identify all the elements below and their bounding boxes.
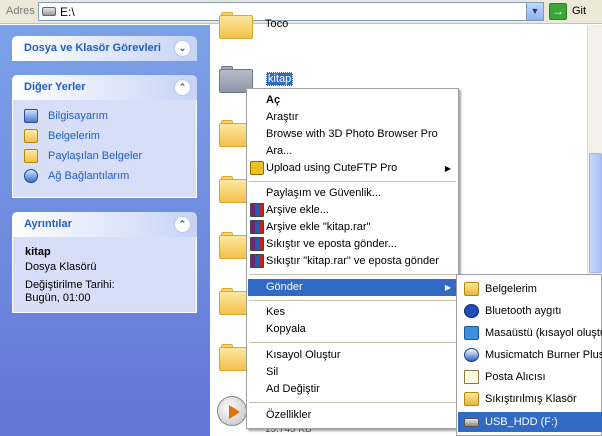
send-to-my-documents[interactable]: Belgelerim (458, 279, 602, 299)
folder-label-kitap[interactable]: kitap (266, 72, 294, 86)
details-modified-label: Değiştirilme Tarihi: (25, 279, 115, 291)
usb-drive-icon (464, 418, 479, 427)
menu-item-create-shortcut[interactable]: Kısayol Oluştur (248, 347, 457, 364)
submenu-arrow-icon: ▶ (444, 283, 451, 292)
menu-item-properties[interactable]: Özellikler (248, 407, 457, 424)
send-to-musicmatch[interactable]: Musicmatch Burner Plus (458, 345, 602, 365)
submenu-arrow-icon: ▶ (444, 164, 451, 173)
menu-item-sharing-security[interactable]: Paylaşım ve Güvenlik... (248, 185, 457, 202)
musicmatch-icon (464, 348, 479, 362)
folder-icon[interactable] (219, 12, 253, 39)
menu-item-send-to[interactable]: Gönder ▶ (248, 279, 457, 296)
chevron-down-icon[interactable]: ▼ (526, 3, 543, 20)
winrar-icon (250, 203, 264, 217)
send-to-compressed-folder[interactable]: Sıkıştırılmış Klasör (458, 389, 602, 409)
address-input[interactable]: E:\ ▼ (38, 2, 544, 21)
my-computer-icon (24, 109, 38, 123)
menu-item-explore[interactable]: Araştır (248, 109, 457, 126)
menu-item-open[interactable]: Aç (248, 92, 457, 109)
details-item-type: Dosya Klasörü (25, 261, 97, 273)
drive-icon (42, 7, 56, 16)
place-link-label: Paylaşılan Belgeler (48, 150, 143, 162)
details-item-name: kitap (25, 246, 51, 258)
context-menu: Aç Araştır Browse with 3D Photo Browser … (246, 88, 459, 429)
winrar-icon (250, 220, 264, 234)
place-link-label: Belgelerim (48, 130, 100, 142)
menu-item-compress-kitap-rar-and-email[interactable]: Sıkıştır "kitap.rar" ve eposta gönder (248, 253, 457, 270)
details-panel: kitap Dosya Klasörü Değiştirilme Tarihi:… (12, 237, 197, 313)
menu-separator (249, 181, 456, 182)
menu-separator (249, 402, 456, 403)
address-bar: Adres E:\ ▼ → Git (0, 0, 602, 24)
go-arrow-icon: → (549, 3, 567, 20)
winrar-icon (250, 237, 264, 251)
place-link-label: Ağ Bağlantılarım (48, 170, 130, 182)
winrar-icon (250, 254, 264, 268)
menu-item-delete[interactable]: Sil (248, 364, 457, 381)
go-button[interactable]: → Git (548, 2, 600, 21)
other-places-header[interactable]: Diğer Yerler ⌃ (12, 75, 197, 100)
menu-item-search[interactable]: Ara... (248, 143, 457, 160)
collapse-chevron-icon[interactable]: ⌃ (174, 216, 191, 233)
shared-documents-icon (24, 149, 38, 163)
details-modified-value: Bugün, 01:00 (25, 292, 91, 304)
other-places-panel: Bilgisayarım Belgelerim Paylaşılan Belge… (12, 100, 197, 198)
mail-recipient-icon (464, 370, 479, 384)
compressed-folder-icon (464, 392, 479, 406)
collapse-chevron-icon[interactable]: ⌃ (174, 79, 191, 96)
place-link-label: Bilgisayarım (48, 110, 108, 122)
media-player-icon[interactable] (217, 396, 247, 426)
my-documents-icon (464, 282, 479, 296)
network-connections-icon (24, 169, 38, 183)
menu-item-copy[interactable]: Kopyala (248, 321, 457, 338)
menu-item-compress-and-email[interactable]: Sıkıştır ve eposta gönder... (248, 236, 457, 253)
address-value: E:\ (60, 5, 75, 19)
menu-separator (249, 300, 456, 301)
send-to-mail-recipient[interactable]: Posta Alıcısı (458, 367, 602, 387)
menu-item-add-to-archive[interactable]: Arşive ekle... (248, 202, 457, 219)
expand-chevron-icon[interactable]: ⌄ (174, 40, 191, 57)
details-header[interactable]: Ayrıntılar ⌃ (12, 212, 197, 237)
menu-separator (249, 342, 456, 343)
menu-item-3d-photo-browser[interactable]: Browse with 3D Photo Browser Pro (248, 126, 457, 143)
send-to-usb-drive[interactable]: USB_HDD (F:) (458, 412, 602, 432)
file-folder-tasks-title: Dosya ve Klasör Görevleri (24, 42, 161, 54)
send-to-bluetooth[interactable]: Bluetooth aygıtı (458, 301, 602, 321)
menu-item-cuteftp-upload[interactable]: Upload using CuteFTP Pro ▶ (248, 160, 457, 177)
file-folder-tasks-header[interactable]: Dosya ve Klasör Görevleri ⌄ (12, 36, 197, 61)
cuteftp-icon (250, 161, 264, 175)
other-places-title: Diğer Yerler (24, 81, 86, 93)
details-title: Ayrıntılar (24, 218, 72, 230)
desktop-icon (464, 326, 479, 340)
task-pane: Dosya ve Klasör Görevleri ⌄ Diğer Yerler… (0, 25, 210, 436)
bluetooth-icon (464, 304, 479, 318)
menu-item-cut[interactable]: Kes (248, 304, 457, 321)
send-to-submenu: Belgelerim Bluetooth aygıtı Masaüstü (kı… (456, 274, 602, 436)
my-documents-icon (24, 129, 38, 143)
send-to-desktop[interactable]: Masaüstü (kısayol oluştur) (458, 323, 602, 343)
menu-separator (249, 274, 456, 275)
menu-item-rename[interactable]: Ad Değiştir (248, 381, 457, 398)
scrollbar-thumb[interactable] (589, 153, 602, 273)
go-label: Git (572, 5, 587, 17)
menu-item-add-to-kitap-rar[interactable]: Arşive ekle "kitap.rar" (248, 219, 457, 236)
folder-label-toco[interactable]: Toco (265, 18, 288, 30)
address-label: Adres (6, 5, 35, 17)
